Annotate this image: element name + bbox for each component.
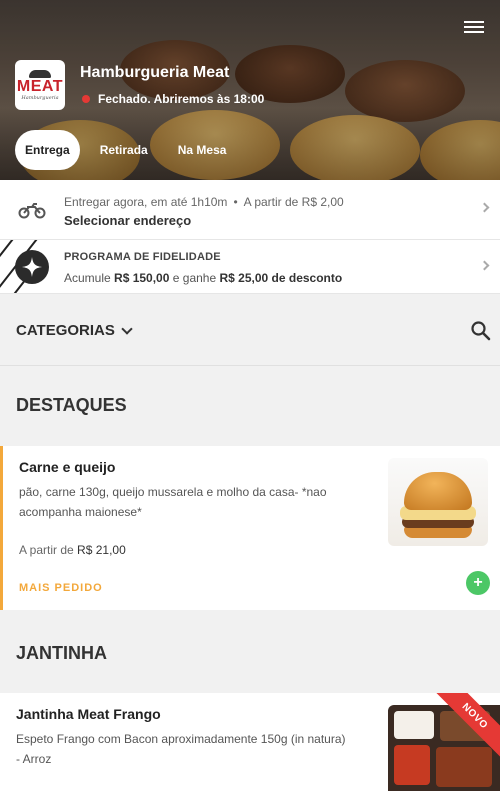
store-status: Fechado. Abriremos às 18:00: [80, 92, 264, 106]
logo-burger-icon: [29, 69, 51, 78]
categories-dropdown[interactable]: CATEGORIAS: [16, 322, 133, 339]
hamburger-menu-icon[interactable]: [464, 18, 484, 36]
motorcycle-icon: [18, 198, 46, 222]
food-skewer: [436, 747, 492, 787]
tab-entrega[interactable]: Entrega: [15, 130, 80, 170]
loyalty-title: PROGRAMA DE FIDELIDADE: [64, 251, 221, 263]
product-card[interactable]: Jantinha Meat Frango Espeto Frango com B…: [0, 693, 500, 791]
product-card[interactable]: Carne e queijo pão, carne 130g, queijo m…: [0, 446, 500, 610]
product-name: Jantinha Meat Frango: [16, 706, 161, 722]
product-image: [388, 458, 488, 546]
search-icon[interactable]: [470, 320, 492, 342]
tab-retirada[interactable]: Retirada: [90, 130, 158, 170]
tab-na-mesa[interactable]: Na Mesa: [168, 130, 237, 170]
chevron-down-icon: [121, 322, 133, 335]
product-description: pão, carne 130g, queijo mussarela e molh…: [19, 485, 327, 519]
food-vinaigrette: [394, 745, 430, 785]
store-status-text: Fechado. Abriremos às 18:00: [98, 92, 265, 106]
add-to-cart-button[interactable]: +: [466, 571, 490, 595]
loyalty-description: Acumule R$ 150,00 e ganhe R$ 25,00 de de…: [64, 271, 342, 285]
food-rice: [394, 711, 434, 739]
sparkle-badge-icon: [15, 250, 49, 284]
product-name: Carne e queijo: [19, 459, 116, 475]
burger-top-bun: [404, 472, 472, 510]
categories-bar: CATEGORIAS: [0, 294, 500, 366]
product-description: Espeto Frango com Bacon aproximadamente …: [16, 729, 366, 769]
chevron-right-icon: [479, 260, 490, 271]
delivery-time-line: Entregar agora, em até 1h10m • A partir de…: [64, 195, 344, 209]
product-description-line: - Arroz: [16, 752, 52, 766]
select-address-link[interactable]: Selecionar endereço: [64, 213, 191, 228]
section-title-jantinha: JANTINHA: [16, 643, 108, 663]
chevron-right-icon: [479, 202, 490, 213]
loyalty-desc-pre: Acumule: [64, 271, 111, 285]
status-dot-icon: [82, 95, 90, 103]
loyalty-amount: R$ 150,00: [114, 271, 170, 285]
loyalty-program-row[interactable]: PROGRAMA DE FIDELIDADE Acumule R$ 150,00…: [0, 240, 500, 294]
loyalty-desc-mid: e ganhe: [172, 271, 217, 285]
delivery-info-row[interactable]: Entregar agora, em até 1h10m • A partir de…: [0, 180, 500, 240]
price-value: R$ 21,00: [77, 543, 126, 557]
product-tag: MAIS PEDIDO: [19, 582, 103, 594]
order-mode-tabs: Entrega Retirada Na Mesa: [15, 130, 246, 170]
store-name: Hamburgueria Meat: [80, 64, 230, 81]
store-header: MEAT Hamburgueria Hamburgueria Meat Fech…: [0, 0, 500, 180]
delivery-time: Entregar agora, em até 1h10m: [64, 195, 228, 209]
price-prefix: A partir de: [19, 543, 74, 557]
section-title-destaques: DESTAQUES: [16, 395, 127, 415]
categories-label: CATEGORIAS: [16, 322, 115, 339]
logo-subtext: Hamburgueria: [21, 94, 59, 101]
store-logo: MEAT Hamburgueria: [15, 60, 65, 110]
product-description-line: Espeto Frango com Bacon aproximadamente …: [16, 732, 346, 746]
delivery-min-price: A partir de R$ 2,00: [243, 195, 344, 209]
logo-text: MEAT: [16, 77, 64, 95]
loyalty-reward: R$ 25,00 de desconto: [219, 271, 343, 285]
product-price: A partir de R$ 21,00: [19, 543, 126, 557]
